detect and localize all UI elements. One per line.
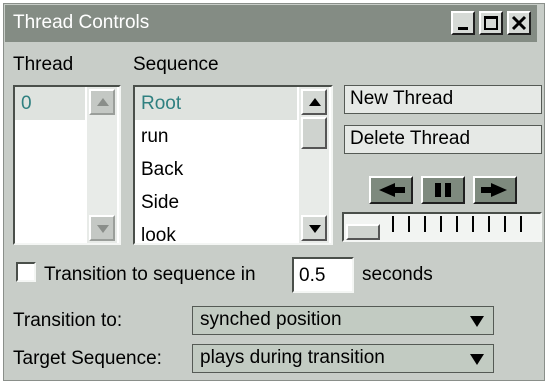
thread-list[interactable]: 0 xyxy=(13,85,121,245)
slider-tick xyxy=(504,216,506,232)
sequence-label: Sequence xyxy=(133,54,219,75)
slider-tick xyxy=(472,216,474,232)
sequence-item-back[interactable]: Back xyxy=(141,159,183,181)
pause-icon-bar xyxy=(445,183,451,197)
step-forward-button[interactable] xyxy=(473,176,517,204)
maximize-icon xyxy=(484,16,498,30)
sequence-item-side[interactable]: Side xyxy=(141,192,179,214)
sequence-position-slider[interactable] xyxy=(342,212,542,242)
sequence-list-scrollbar[interactable] xyxy=(299,87,329,243)
arrow-down-icon xyxy=(97,225,109,233)
sequence-scroll-up-button[interactable] xyxy=(301,89,327,115)
transition-label: Transition to sequence in xyxy=(44,264,256,285)
close-button[interactable] xyxy=(507,11,531,35)
sequence-scroll-down-button[interactable] xyxy=(301,215,327,241)
sequence-item-look[interactable]: look xyxy=(141,225,176,247)
slider-tick xyxy=(392,216,394,232)
thread-list-scrollbar[interactable] xyxy=(87,87,117,243)
minimize-icon xyxy=(458,27,468,30)
sequence-item-run[interactable]: run xyxy=(141,126,168,148)
maximize-button[interactable] xyxy=(479,11,503,35)
seconds-label: seconds xyxy=(362,264,433,285)
transition-duration-input[interactable]: 0.5 xyxy=(292,257,354,293)
slider-tick xyxy=(456,216,458,232)
thread-scroll-up-button[interactable] xyxy=(89,89,115,115)
sequence-list[interactable]: Root run Back Side look xyxy=(133,85,333,247)
target-sequence-value: plays during transition xyxy=(200,347,385,368)
sequence-item-root[interactable]: Root xyxy=(141,93,181,115)
delete-thread-button[interactable]: Delete Thread xyxy=(344,125,542,154)
transition-to-label: Transition to: xyxy=(13,310,123,331)
new-thread-button[interactable]: New Thread xyxy=(344,85,542,114)
arrow-up-icon xyxy=(309,98,321,106)
slider-tick xyxy=(520,216,522,232)
thread-label: Thread xyxy=(13,54,74,75)
title-bar[interactable]: Thread Controls xyxy=(5,5,537,42)
thread-scroll-down-button[interactable] xyxy=(89,215,115,241)
slider-thumb[interactable] xyxy=(346,224,380,240)
step-forward-icon xyxy=(481,183,507,197)
close-icon xyxy=(511,15,527,31)
step-back-icon xyxy=(379,183,405,197)
target-sequence-dropdown[interactable]: plays during transition xyxy=(192,344,494,373)
transition-to-value: synched position xyxy=(200,309,342,330)
pause-button[interactable] xyxy=(421,176,465,204)
slider-tick xyxy=(440,216,442,232)
window-title: Thread Controls xyxy=(13,12,150,33)
pause-icon xyxy=(435,183,441,197)
thread-item[interactable]: 0 xyxy=(21,93,32,115)
slider-tick xyxy=(488,216,490,232)
transition-to-dropdown[interactable]: synched position xyxy=(192,306,494,335)
dropdown-arrow-icon xyxy=(470,316,484,327)
target-sequence-label: Target Sequence: xyxy=(13,348,162,369)
sequence-scroll-thumb[interactable] xyxy=(301,117,327,149)
arrow-down-icon xyxy=(309,225,321,233)
dropdown-arrow-icon xyxy=(470,354,484,365)
transition-checkbox[interactable] xyxy=(16,262,36,282)
slider-tick xyxy=(424,216,426,232)
arrow-up-icon xyxy=(97,98,109,106)
step-back-button[interactable] xyxy=(369,176,413,204)
minimize-button[interactable] xyxy=(451,11,475,35)
slider-tick xyxy=(408,216,410,232)
